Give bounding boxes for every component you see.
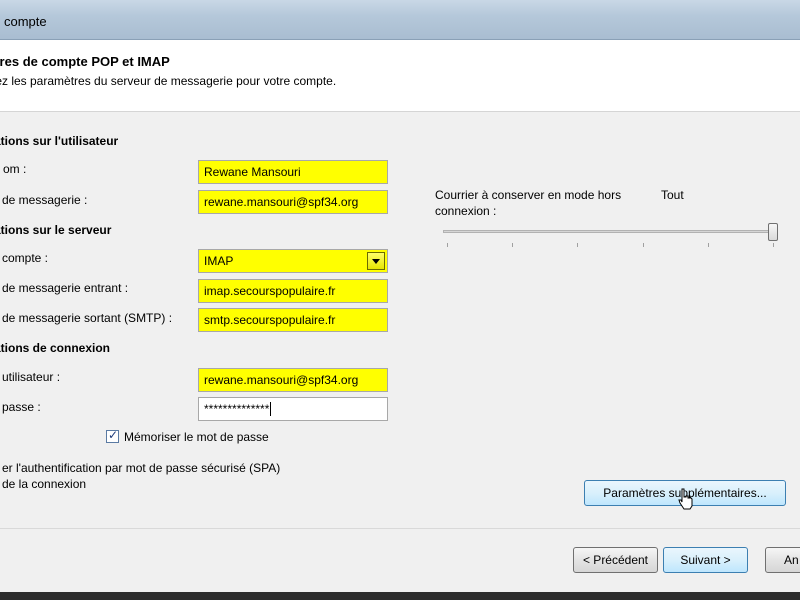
email-input[interactable]: rewane.mansouri@spf34.org <box>198 190 388 214</box>
remember-password-checkbox[interactable] <box>106 428 119 443</box>
username-label: utilisateur : <box>2 370 61 384</box>
password-label: passe : <box>2 400 41 414</box>
password-input[interactable]: ************** <box>198 397 388 421</box>
account-type-label: compte : <box>2 251 49 265</box>
slider-tick <box>708 243 709 247</box>
offline-label-line2: connexion : <box>435 204 497 218</box>
incoming-server-label: de messagerie entrant : <box>2 281 129 295</box>
section-user-info: ations sur l'utilisateur <box>0 134 119 148</box>
dialog-header: ètres de compte POP et IMAP trez les par… <box>0 40 800 112</box>
chevron-down-icon[interactable] <box>367 252 385 270</box>
section-login-info: ations de connexion <box>0 341 111 355</box>
dialog-subtitle: trez les paramètres du serveur de messag… <box>0 74 337 88</box>
incoming-server-input[interactable]: imap.secourspopulaire.fr <box>198 279 388 303</box>
offline-label-line1: Courrier à conserver en mode hors <box>435 188 622 202</box>
offline-slider-track[interactable] <box>443 230 773 233</box>
dialog-title: ètres de compte POP et IMAP <box>0 54 170 69</box>
spa-label-line1: er l'authentification par mot de passe s… <box>2 461 281 475</box>
slider-tick <box>447 243 448 247</box>
outgoing-server-label: de messagerie sortant (SMTP) : <box>2 311 173 325</box>
section-server-info: ations sur le serveur <box>0 223 112 237</box>
account-type-select[interactable]: IMAP <box>198 249 388 273</box>
window-bottom-edge <box>0 592 800 600</box>
hand-pointer-icon <box>678 488 693 510</box>
spa-label-line2: de la connexion <box>2 477 87 491</box>
window-title: compte <box>4 14 47 29</box>
name-input[interactable]: Rewane Mansouri <box>198 160 388 184</box>
offline-value: Tout <box>661 188 684 202</box>
outgoing-server-input[interactable]: smtp.secourspopulaire.fr <box>198 308 388 332</box>
email-label: de messagerie : <box>2 193 88 207</box>
remember-password-label: Mémoriser le mot de passe <box>124 430 269 444</box>
text-caret <box>270 402 275 416</box>
offline-slider-thumb[interactable] <box>768 223 778 241</box>
window-titlebar: compte <box>0 0 800 40</box>
next-button[interactable]: Suivant > <box>663 547 748 573</box>
previous-button[interactable]: < Précédent <box>573 547 658 573</box>
slider-tick <box>512 243 513 247</box>
username-input[interactable]: rewane.mansouri@spf34.org <box>198 368 388 392</box>
slider-tick <box>773 243 774 247</box>
account-type-value: IMAP <box>204 254 234 268</box>
name-label: om : <box>3 162 27 176</box>
password-value: ************** <box>204 402 270 416</box>
slider-tick <box>643 243 644 247</box>
cancel-button[interactable]: An <box>765 547 800 573</box>
slider-tick <box>577 243 578 247</box>
